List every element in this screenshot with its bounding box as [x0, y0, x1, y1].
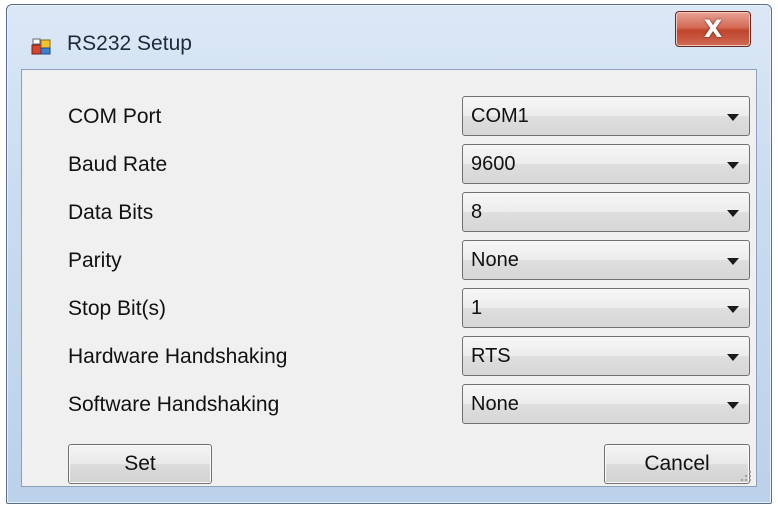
rs232-setup-dialog: RS232 Setup X COM Port COM1 Baud Rate 96…	[6, 4, 772, 504]
dialog-client-area: COM Port COM1 Baud Rate 9600 Data Bits 8…	[21, 69, 757, 487]
parity-dropdown[interactable]: None	[462, 240, 750, 280]
baud-rate-dropdown[interactable]: 9600	[462, 144, 750, 184]
chevron-down-icon	[727, 210, 739, 217]
close-icon: X	[703, 15, 723, 43]
software-handshaking-value: None	[471, 393, 519, 415]
hardware-handshaking-dropdown[interactable]: RTS	[462, 336, 750, 376]
software-handshaking-dropdown[interactable]: None	[462, 384, 750, 424]
stop-bits-dropdown[interactable]: 1	[462, 288, 750, 328]
baud-rate-label: Baud Rate	[68, 153, 168, 176]
com-port-value: COM1	[471, 105, 529, 127]
chevron-down-icon	[727, 162, 739, 169]
window-title: RS232 Setup	[67, 32, 192, 55]
chevron-down-icon	[727, 258, 739, 265]
chevron-down-icon	[727, 354, 739, 361]
stop-bits-value: 1	[471, 297, 483, 319]
data-bits-label: Data Bits	[68, 201, 154, 224]
cancel-button[interactable]: Cancel	[604, 444, 750, 484]
chevron-down-icon	[727, 402, 739, 409]
data-bits-value: 8	[471, 201, 483, 223]
resize-grip-icon[interactable]	[738, 468, 752, 482]
baud-rate-value: 9600	[471, 153, 516, 175]
window-app-icon	[31, 38, 51, 55]
close-button[interactable]: X	[675, 11, 751, 47]
chevron-down-icon	[727, 306, 739, 313]
stop-bits-label: Stop Bit(s)	[68, 297, 167, 320]
parity-value: None	[471, 249, 519, 271]
parity-label: Parity	[68, 249, 122, 272]
title-bar[interactable]: RS232 Setup X	[7, 5, 771, 69]
data-bits-dropdown[interactable]: 8	[462, 192, 750, 232]
software-handshaking-label: Software Handshaking	[68, 393, 280, 416]
hardware-handshaking-label: Hardware Handshaking	[68, 345, 288, 368]
hardware-handshaking-value: RTS	[471, 345, 511, 367]
set-button[interactable]: Set	[68, 444, 212, 484]
chevron-down-icon	[727, 114, 739, 121]
com-port-label: COM Port	[68, 105, 162, 128]
com-port-dropdown[interactable]: COM1	[462, 96, 750, 136]
